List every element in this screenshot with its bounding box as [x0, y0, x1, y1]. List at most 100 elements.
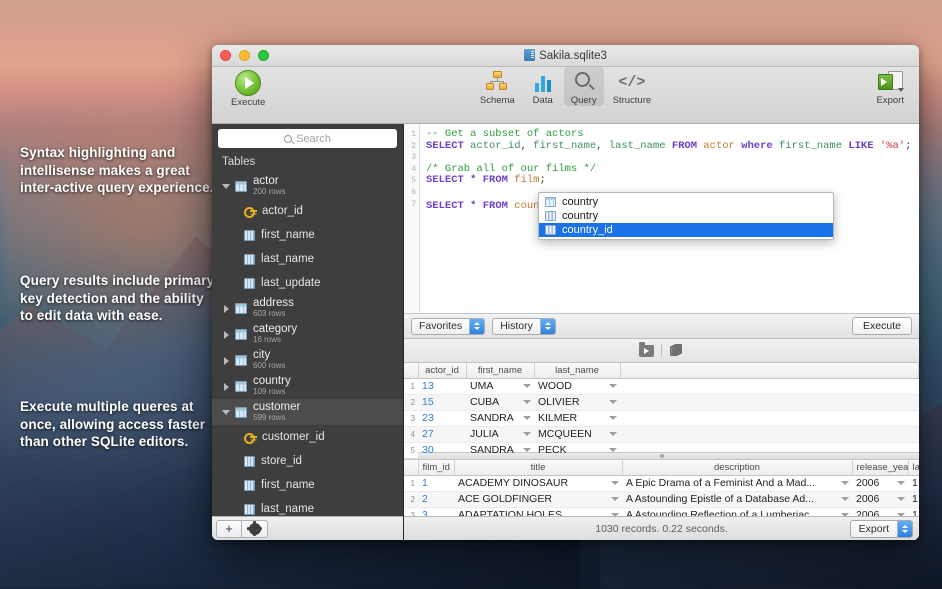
table-row[interactable]: 215CUBAOLIVIER: [404, 394, 919, 410]
grid-cell-description[interactable]: A Epic Drama of a Feminist And a Mad...: [622, 475, 852, 491]
duplicate-stack-icon[interactable]: [668, 343, 685, 358]
cell-dropdown-icon[interactable]: [609, 432, 617, 436]
favorites-dropdown[interactable]: Favorites: [411, 318, 485, 335]
tree-table-country[interactable]: country109 rows: [212, 373, 403, 399]
history-dropdown[interactable]: History: [492, 318, 556, 335]
grid-cell-last_name[interactable]: OLIVIER: [534, 394, 620, 410]
grid-cell-first_name[interactable]: CUBA: [466, 394, 534, 410]
cell-dropdown-icon[interactable]: [609, 384, 617, 388]
results-grid-films[interactable]: film_idtitledescriptionrelease_yearlangu…: [404, 460, 919, 516]
tree-column-last_update[interactable]: last_update: [212, 271, 403, 295]
grid-cell-actor_id[interactable]: 13: [418, 378, 466, 394]
grid-cell-blank[interactable]: [620, 426, 919, 442]
chevron-right-icon[interactable]: [222, 303, 232, 313]
grid-cell-title[interactable]: ACE GOLDFINGER: [454, 491, 622, 507]
tree-table-address[interactable]: address603 rows: [212, 295, 403, 321]
chevron-right-icon[interactable]: [222, 329, 232, 339]
export-results-button[interactable]: Export: [850, 520, 913, 538]
chevron-down-icon[interactable]: [222, 181, 232, 191]
cell-dropdown-icon[interactable]: [523, 432, 531, 436]
autocomplete-item[interactable]: country: [539, 195, 833, 209]
autocomplete-item[interactable]: country_id: [539, 223, 833, 237]
grid-cell-last_name[interactable]: WOOD: [534, 378, 620, 394]
grid-cell-last_name[interactable]: MCQUEEN: [534, 426, 620, 442]
add-table-button[interactable]: +: [216, 520, 242, 538]
sidebar-settings-button[interactable]: [242, 520, 268, 538]
grid-cell-actor_id[interactable]: 27: [418, 426, 466, 442]
grid-column-header[interactable]: description: [622, 460, 852, 475]
grid-column-header[interactable]: release_year: [852, 460, 908, 475]
tree-column-last_name[interactable]: last_name: [212, 497, 403, 516]
cell-dropdown-icon[interactable]: [609, 416, 617, 420]
tab-query[interactable]: Query: [564, 67, 604, 106]
grid-cell-actor_id[interactable]: 30: [418, 442, 466, 458]
grid-cell-release_year[interactable]: 2006: [852, 475, 908, 491]
tree-table-city[interactable]: city600 rows: [212, 347, 403, 373]
grid-cell-last_name[interactable]: PECK: [534, 442, 620, 458]
grid-cell-film_id[interactable]: 1: [418, 475, 454, 491]
grid-cell-language[interactable]: 1: [908, 491, 919, 507]
grid-cell-blank[interactable]: [620, 378, 919, 394]
cell-dropdown-icon[interactable]: [523, 416, 531, 420]
autocomplete-item[interactable]: country: [539, 209, 833, 223]
table-row[interactable]: 427JULIAMCQUEEN: [404, 426, 919, 442]
cell-dropdown-icon[interactable]: [523, 384, 531, 388]
results-grid-actors[interactable]: actor_idfirst_namelast_name113UMAWOOD215…: [404, 363, 919, 452]
cell-dropdown-icon[interactable]: [609, 400, 617, 404]
grid-cell-last_name[interactable]: KILMER: [534, 410, 620, 426]
cell-dropdown-icon[interactable]: [897, 497, 905, 501]
tree-table-actor[interactable]: actor200 rows: [212, 173, 403, 199]
tab-data[interactable]: Data: [524, 67, 562, 106]
grid-cell-actor_id[interactable]: 23: [418, 410, 466, 426]
tree-column-first_name[interactable]: first_name: [212, 473, 403, 497]
chevron-down-icon[interactable]: [222, 407, 232, 417]
grid-cell-release_year[interactable]: 2006: [852, 491, 908, 507]
table-row[interactable]: 530SANDRAPECK: [404, 442, 919, 458]
grid-cell-language[interactable]: 1: [908, 475, 919, 491]
open-in-folder-icon[interactable]: [638, 343, 655, 358]
cell-dropdown-icon[interactable]: [609, 448, 617, 452]
grid-column-header[interactable]: film_id: [418, 460, 454, 475]
grid-column-header[interactable]: first_name: [466, 363, 534, 378]
grid-column-header[interactable]: [620, 363, 919, 378]
grid-cell-first_name[interactable]: SANDRA: [466, 410, 534, 426]
cell-dropdown-icon[interactable]: [611, 481, 619, 485]
tree-column-first_name[interactable]: first_name: [212, 223, 403, 247]
tab-schema[interactable]: Schema: [473, 67, 522, 106]
grid-cell-description[interactable]: A Astounding Epistle of a Database Ad...: [622, 491, 852, 507]
grid-cell-title[interactable]: ACADEMY DINOSAUR: [454, 475, 622, 491]
execute-query-button[interactable]: Execute: [852, 317, 912, 335]
grid-column-header[interactable]: langu: [908, 460, 919, 475]
sql-editor[interactable]: 1234567 -- Get a subset of actorsSELECT …: [404, 124, 919, 314]
grid-cell-blank[interactable]: [620, 394, 919, 410]
table-row[interactable]: 11ACADEMY DINOSAURA Epic Drama of a Femi…: [404, 475, 919, 491]
chevron-right-icon[interactable]: [222, 355, 232, 365]
tree-column-actor_id[interactable]: actor_id: [212, 199, 403, 223]
grid-cell-actor_id[interactable]: 15: [418, 394, 466, 410]
cell-dropdown-icon[interactable]: [841, 481, 849, 485]
grid-cell-first_name[interactable]: JULIA: [466, 426, 534, 442]
cell-dropdown-icon[interactable]: [841, 497, 849, 501]
tab-structure[interactable]: </> Structure: [606, 67, 659, 106]
window-titlebar[interactable]: Sakila.sqlite3: [212, 45, 919, 67]
table-row[interactable]: 323SANDRAKILMER: [404, 410, 919, 426]
tree-column-last_name[interactable]: last_name: [212, 247, 403, 271]
grid-cell-first_name[interactable]: UMA: [466, 378, 534, 394]
grid-cell-film_id[interactable]: 2: [418, 491, 454, 507]
table-row[interactable]: 113UMAWOOD: [404, 378, 919, 394]
cell-dropdown-icon[interactable]: [611, 497, 619, 501]
tree-table-customer[interactable]: customer599 rows: [212, 399, 403, 425]
tree-column-store_id[interactable]: store_id: [212, 449, 403, 473]
grid-column-header[interactable]: title: [454, 460, 622, 475]
cell-dropdown-icon[interactable]: [523, 400, 531, 404]
tree-column-customer_id[interactable]: customer_id: [212, 425, 403, 449]
grid-column-header[interactable]: actor_id: [418, 363, 466, 378]
grid-column-header[interactable]: last_name: [534, 363, 620, 378]
table-row[interactable]: 22ACE GOLDFINGERA Astounding Epistle of …: [404, 491, 919, 507]
grid-cell-first_name[interactable]: SANDRA: [466, 442, 534, 458]
chevron-right-icon[interactable]: [222, 381, 232, 391]
grid-cell-blank[interactable]: [620, 442, 919, 458]
cell-dropdown-icon[interactable]: [523, 448, 531, 452]
tree-table-category[interactable]: category16 rows: [212, 321, 403, 347]
search-input[interactable]: Search: [218, 129, 397, 148]
